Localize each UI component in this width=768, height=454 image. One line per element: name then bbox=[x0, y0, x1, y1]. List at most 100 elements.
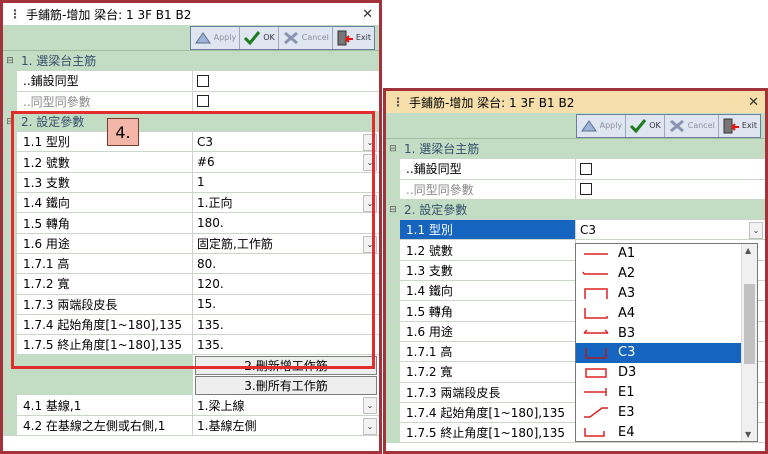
property-row[interactable]: ..同型同參數 bbox=[386, 179, 765, 200]
exit-button[interactable]: Exit bbox=[719, 115, 760, 137]
property-row[interactable]: 1.1 型別 C3 ⌄ bbox=[386, 220, 765, 241]
collapse-icon[interactable]: ⊟ bbox=[386, 199, 400, 220]
dropdown-option-label: C3 bbox=[618, 345, 636, 361]
left-window: ⋮ 手鋪筋-增加 梁台: 1 3F B1 B2 ✕ Apply OK Cance… bbox=[0, 0, 382, 454]
property-value[interactable] bbox=[576, 159, 765, 178]
category-row-select-beam[interactable]: ⊟ 1. 選梁台主筋 bbox=[386, 139, 765, 160]
category-row-select-beam[interactable]: ⊟ 1. 選梁台主筋 bbox=[3, 51, 379, 72]
cancel-button[interactable]: Cancel bbox=[279, 26, 333, 49]
property-row[interactable]: ..同型同參數 bbox=[3, 91, 379, 112]
property-row[interactable]: 4.2 在基線之左側或右側,1 1.基線左側 ⌄ bbox=[3, 415, 379, 437]
scroll-thumb[interactable] bbox=[744, 284, 755, 364]
property-label: 1.7.2 寬 bbox=[400, 362, 576, 382]
chevron-down-icon[interactable]: ⌄ bbox=[363, 397, 377, 415]
rebar-shape-icon bbox=[584, 407, 608, 419]
rebar-shape-icon bbox=[583, 329, 609, 334]
cancel-button[interactable]: Cancel bbox=[665, 114, 719, 137]
property-label: 4.2 在基線之左側或右側,1 bbox=[17, 415, 193, 436]
apply-button[interactable]: Apply bbox=[577, 114, 627, 137]
property-label: 1.2 號數 bbox=[400, 240, 576, 260]
apply-icon bbox=[580, 118, 598, 134]
property-value[interactable] bbox=[576, 180, 765, 199]
chevron-down-icon[interactable]: ⌄ bbox=[363, 417, 377, 435]
grip-icon[interactable]: ⋮ bbox=[392, 95, 404, 109]
right-toolbar: Apply OK Cancel Exit bbox=[386, 113, 765, 139]
category-label: 1. 選梁台主筋 bbox=[400, 139, 765, 159]
property-label: 1.6 用途 bbox=[400, 321, 576, 341]
apply-label: Apply bbox=[213, 33, 237, 42]
property-row[interactable]: ..鋪設同型 bbox=[386, 159, 765, 180]
dropdown-option[interactable]: B3 bbox=[576, 323, 742, 343]
scroll-up-icon[interactable]: ▲ bbox=[745, 246, 751, 255]
dropdown-option[interactable]: A4 bbox=[576, 303, 742, 323]
checkmark-icon bbox=[243, 30, 261, 46]
property-label: ..同型同參數 bbox=[400, 179, 576, 199]
dropdown-option[interactable]: E1 bbox=[576, 383, 742, 403]
property-value[interactable]: 1.基線左側 ⌄ bbox=[193, 416, 379, 435]
left-toolbar: Apply OK Cancel Exit bbox=[3, 25, 379, 51]
category-label: 1. 選梁台主筋 bbox=[17, 51, 379, 71]
rebar-shape-icon bbox=[584, 253, 608, 255]
property-value[interactable] bbox=[193, 71, 379, 90]
ok-label: OK bbox=[649, 121, 661, 130]
dropdown-option[interactable]: C3 bbox=[576, 342, 742, 363]
button-row: 3.刪所有工作筋 bbox=[3, 375, 379, 396]
grip-icon[interactable]: ⋮ bbox=[9, 7, 21, 21]
left-title-bar[interactable]: ⋮ 手鋪筋-增加 梁台: 1 3F B1 B2 ✕ bbox=[3, 3, 379, 25]
property-label: 1.7.1 高 bbox=[400, 341, 576, 362]
dropdown-scrollbar[interactable]: ▲ ▼ bbox=[741, 244, 757, 441]
dropdown-option[interactable]: A3 bbox=[576, 284, 742, 304]
dropdown-option-label: E4 bbox=[618, 424, 635, 440]
checkbox[interactable] bbox=[580, 162, 592, 175]
property-label: ..鋪設同型 bbox=[400, 159, 576, 179]
category-row-set-params[interactable]: ⊟ 2. 設定參數 bbox=[386, 199, 765, 221]
exit-label: Exit bbox=[355, 33, 371, 42]
delete-all-stirrups-button[interactable]: 3.刪所有工作筋 bbox=[195, 375, 377, 395]
chevron-down-icon[interactable]: ⌄ bbox=[749, 222, 763, 240]
close-icon[interactable]: ✕ bbox=[748, 95, 759, 110]
property-label: 1.5 轉角 bbox=[400, 301, 576, 321]
apply-label: Apply bbox=[599, 121, 623, 130]
property-value-text: 1.基線左側 bbox=[197, 418, 257, 433]
checkbox[interactable] bbox=[197, 74, 209, 87]
dropdown-option[interactable]: A2 bbox=[576, 264, 742, 284]
step-callout: 4. bbox=[107, 118, 139, 146]
scroll-down-icon[interactable]: ▼ bbox=[745, 430, 751, 439]
checkbox[interactable] bbox=[580, 183, 592, 196]
dropdown-option-label: E1 bbox=[618, 384, 635, 400]
property-value[interactable]: C3 ⌄ bbox=[576, 220, 765, 240]
cancel-label: Cancel bbox=[301, 33, 329, 42]
cancel-x-icon bbox=[668, 118, 686, 134]
dropdown-option-label: A2 bbox=[618, 266, 636, 282]
checkbox[interactable] bbox=[197, 95, 209, 108]
collapse-icon[interactable]: ⊟ bbox=[3, 51, 17, 71]
dropdown-option[interactable]: E3 bbox=[576, 402, 742, 422]
close-icon[interactable]: ✕ bbox=[362, 7, 373, 22]
rebar-shape-icon bbox=[585, 367, 607, 378]
property-value[interactable] bbox=[193, 92, 379, 111]
rebar-shape-icon bbox=[584, 388, 607, 397]
dropdown-option[interactable]: A1 bbox=[576, 244, 742, 264]
ok-button[interactable]: OK bbox=[626, 114, 665, 137]
ok-label: OK bbox=[263, 33, 275, 42]
cancel-x-icon bbox=[282, 30, 300, 46]
baseline-rows: 4.1 基線,1 1.梁上線 ⌄ 4.2 在基線之左側或右側,1 1.基線左側 ⌄ bbox=[3, 395, 379, 437]
right-title-bar[interactable]: ⋮ 手鋪筋-增加 梁台: 1 3F B1 B2 ✕ bbox=[386, 91, 765, 113]
dropdown-option[interactable]: E4 bbox=[576, 422, 742, 442]
dropdown-option-label: B3 bbox=[618, 325, 636, 341]
exit-button[interactable]: Exit bbox=[333, 27, 374, 49]
dropdown-option-label: A4 bbox=[618, 305, 636, 321]
property-row[interactable]: ..鋪設同型 bbox=[3, 71, 379, 92]
collapse-icon[interactable]: ⊟ bbox=[386, 139, 400, 159]
property-label: 4.1 基線,1 bbox=[17, 395, 193, 415]
dropdown-option[interactable]: D3 bbox=[576, 363, 742, 383]
apply-button[interactable]: Apply bbox=[191, 26, 241, 49]
ok-button[interactable]: OK bbox=[240, 26, 279, 49]
exit-label: Exit bbox=[741, 121, 757, 130]
type-dropdown-list[interactable]: A1 A2 A3 A4 B3 C3 D3 E1 E3 E4 ▲ ▼ bbox=[575, 243, 758, 442]
property-row[interactable]: 4.1 基線,1 1.梁上線 ⌄ bbox=[3, 395, 379, 416]
rebar-shape-icon bbox=[584, 288, 608, 300]
window-title: 手鋪筋-增加 梁台: 1 3F B1 B2 bbox=[26, 7, 192, 22]
property-value[interactable]: 1.梁上線 ⌄ bbox=[193, 395, 379, 415]
dropdown-option-label: A1 bbox=[618, 246, 636, 262]
